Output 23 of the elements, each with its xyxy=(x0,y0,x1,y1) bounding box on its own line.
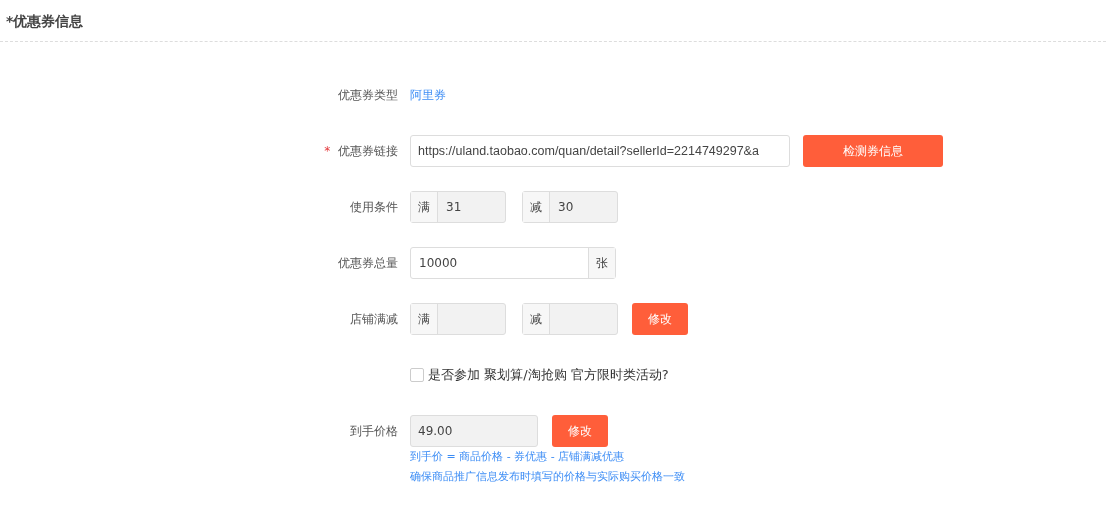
field-value: 30 xyxy=(557,199,575,216)
hint-text: 到手价 = 商品价格 - 券优惠 - 店铺满减优惠 xyxy=(410,449,626,465)
prefix-label: 减 xyxy=(523,192,550,222)
input-field[interactable]: 10000 张 xyxy=(410,247,616,279)
prefix-label: 减 xyxy=(523,304,550,334)
checkbox-label[interactable]: 是否参加 聚划算/淘抢购 官方限时类活动? xyxy=(428,366,669,384)
required-marker: * xyxy=(324,144,331,158)
hint-text: 确保商品推广信息发布时填写的价格与实际购买价格一致 xyxy=(410,469,685,485)
field-label: 店铺满减 xyxy=(350,312,398,326)
field-value: 10000 xyxy=(418,255,459,272)
field-label: 使用条件 xyxy=(350,200,398,214)
field-label: 优惠券总量 xyxy=(338,256,398,270)
field-label: 到手价格 xyxy=(350,424,398,438)
section-title: *优惠券信息 xyxy=(0,0,1106,42)
coupon-type-link[interactable]: 阿里券 xyxy=(410,88,446,102)
checkbox[interactable] xyxy=(410,368,424,382)
prefix-label: 满 xyxy=(411,192,438,222)
input-field[interactable]: https://uland.taobao.com/quan/detail?sellerId=2214749297&a xyxy=(410,135,790,167)
field-label: 优惠券链接 xyxy=(338,144,398,158)
field-value: 31 xyxy=(445,199,463,216)
prefix-label: 满 xyxy=(411,304,438,334)
unit-label: 张 xyxy=(588,248,615,278)
field-label: 优惠券类型 xyxy=(338,88,398,102)
